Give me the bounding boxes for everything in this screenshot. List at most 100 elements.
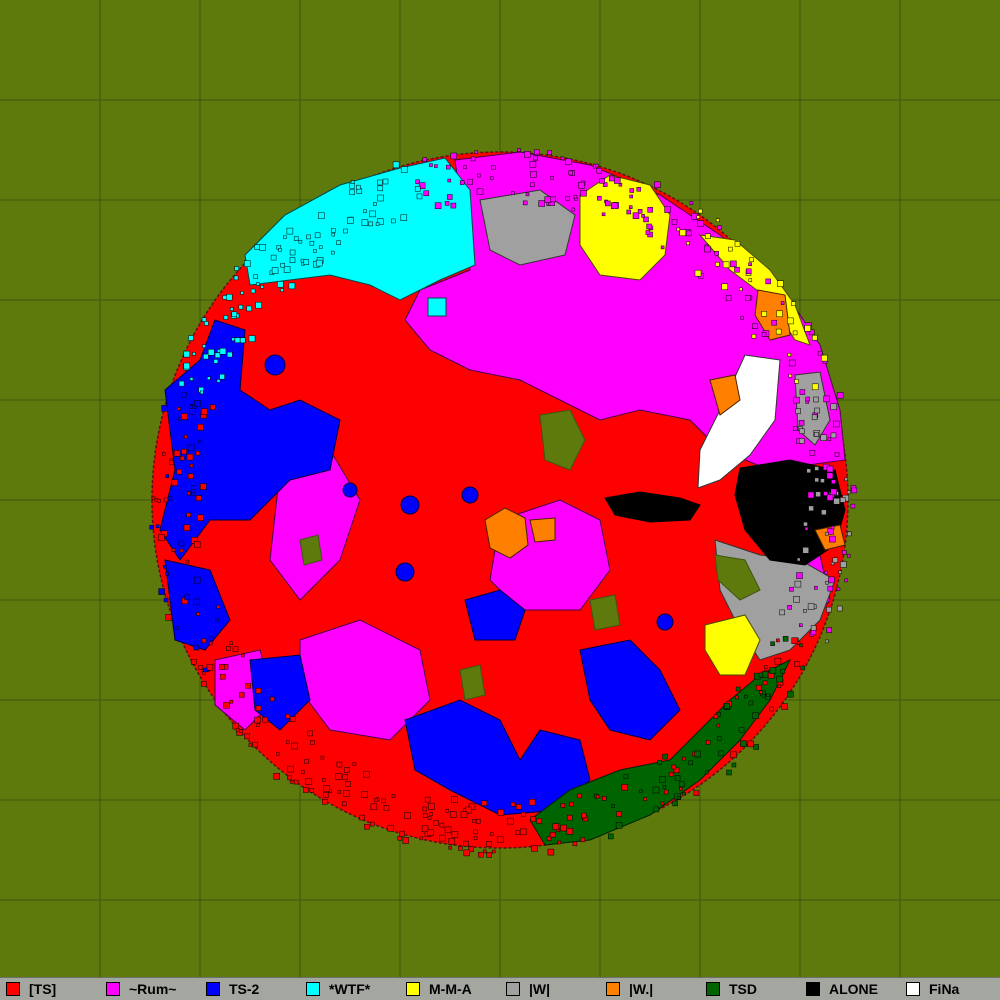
- village-speck: [478, 851, 484, 858]
- village-speck: [739, 287, 743, 291]
- village-speck: [193, 598, 201, 606]
- village-speck: [259, 244, 266, 251]
- village-speck: [610, 202, 618, 210]
- region-ts2-outpost-f: [656, 613, 674, 631]
- village-speck: [377, 179, 383, 186]
- region-ts2-outpost-b: [400, 495, 420, 515]
- village-speck: [175, 626, 179, 631]
- village-speck: [178, 380, 185, 387]
- village-speck: [223, 315, 229, 320]
- village-speck: [370, 803, 378, 811]
- village-speck: [629, 194, 633, 199]
- village-speck: [194, 400, 201, 407]
- village-speck: [810, 625, 817, 631]
- village-speck: [277, 281, 284, 288]
- village-speck: [439, 822, 445, 828]
- village-speck: [639, 789, 643, 793]
- village-speck: [832, 557, 839, 563]
- village-speck: [730, 751, 737, 759]
- village-speck: [191, 491, 195, 496]
- village-speck: [844, 578, 848, 583]
- village-speck: [246, 305, 252, 312]
- village-speck: [637, 209, 643, 214]
- territory-map[interactable]: [0, 0, 1000, 977]
- village-speck: [745, 295, 751, 301]
- village-speck: [572, 841, 578, 847]
- village-speck: [794, 379, 799, 384]
- village-speck: [239, 337, 246, 344]
- village-speck: [233, 275, 239, 281]
- village-speck: [660, 245, 665, 250]
- village-speck: [391, 794, 396, 798]
- village-speck: [568, 170, 573, 176]
- village-speck: [255, 301, 262, 309]
- village-speck: [458, 846, 463, 851]
- village-speck: [155, 524, 160, 529]
- village-speck: [181, 413, 188, 420]
- village-speck: [662, 753, 668, 760]
- village-speck: [473, 829, 478, 835]
- village-speck: [814, 586, 818, 590]
- village-speck: [715, 218, 720, 222]
- village-speck: [565, 158, 572, 166]
- village-speck: [377, 185, 384, 192]
- village-speck: [686, 241, 690, 246]
- village-speck: [805, 396, 810, 402]
- village-speck: [578, 182, 585, 189]
- legend-label: TS-2: [229, 981, 260, 997]
- village-speck: [807, 491, 815, 499]
- village-speck: [529, 161, 537, 168]
- village-speck: [356, 184, 361, 190]
- village-speck: [280, 288, 284, 292]
- village-speck: [447, 178, 452, 183]
- village-speck: [255, 705, 262, 712]
- village-speck: [846, 490, 851, 494]
- village-speck: [807, 603, 815, 610]
- village-speck: [183, 524, 191, 531]
- village-speck: [777, 684, 782, 688]
- legend-swatch: [306, 982, 320, 996]
- village-speck: [752, 323, 758, 329]
- village-speck: [549, 831, 556, 838]
- village-speck: [283, 235, 287, 239]
- unclaimed-south-a: [459, 664, 486, 701]
- village-speck: [787, 605, 792, 610]
- village-speck: [187, 473, 194, 479]
- village-speck: [621, 784, 629, 791]
- village-speck: [422, 813, 428, 818]
- village-speck: [234, 337, 241, 343]
- village-speck: [189, 377, 194, 381]
- village-speck: [359, 814, 365, 821]
- village-speck: [747, 740, 755, 748]
- village-speck: [293, 779, 299, 785]
- village-speck: [776, 638, 780, 643]
- village-speck: [303, 787, 309, 793]
- village-speck: [416, 193, 423, 200]
- village-speck: [515, 804, 522, 810]
- village-speck: [851, 487, 858, 494]
- village-speck: [815, 491, 821, 497]
- village-speck: [547, 848, 555, 856]
- village-speck: [305, 778, 313, 785]
- village-speck: [323, 785, 330, 792]
- village-speck: [248, 335, 256, 342]
- village-speck: [766, 693, 770, 697]
- village-speck: [287, 765, 294, 773]
- village-speck: [830, 488, 837, 496]
- village-speck: [474, 150, 479, 155]
- village-speck: [486, 852, 492, 858]
- village-speck: [322, 777, 326, 782]
- village-speck: [798, 420, 805, 426]
- legend-label: *WTF*: [329, 981, 371, 997]
- village-speck: [433, 820, 439, 826]
- region-wtf-outpost: [427, 297, 447, 317]
- village-speck: [173, 450, 181, 457]
- region-ts2-outpost-e: [342, 482, 358, 498]
- village-speck: [424, 796, 431, 803]
- village-speck: [780, 301, 785, 305]
- village-speck: [429, 163, 433, 167]
- village-speck: [448, 838, 456, 845]
- village-speck: [349, 183, 355, 189]
- village-speck: [254, 716, 261, 724]
- village-speck: [765, 278, 771, 285]
